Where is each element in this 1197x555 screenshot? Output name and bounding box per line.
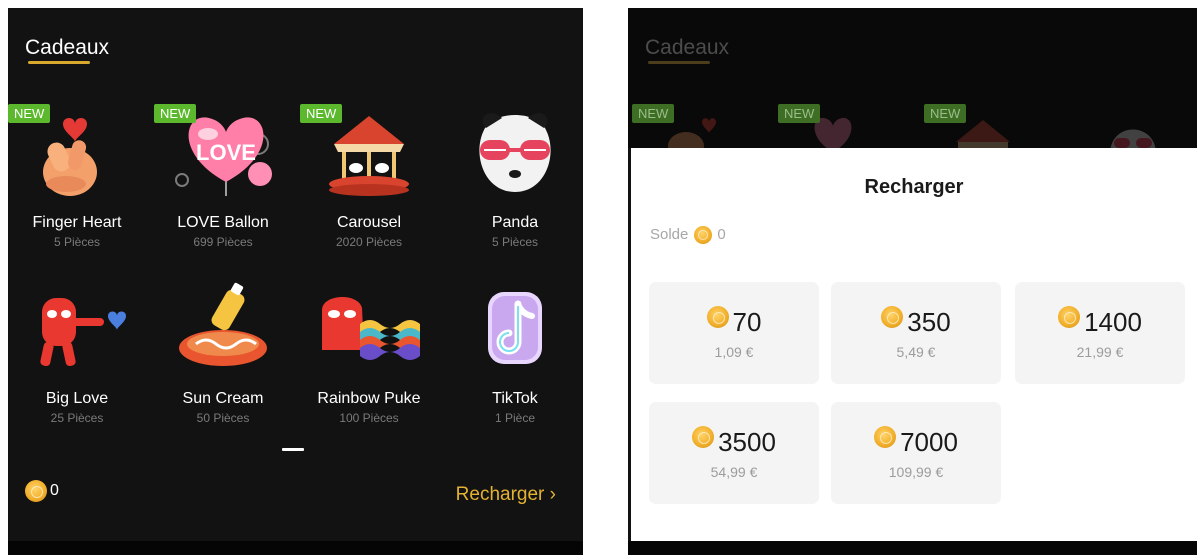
tiktok-icon [488, 292, 542, 364]
package-70[interactable]: 70 1,09 € [649, 282, 819, 384]
gift-name: Carousel [336, 214, 402, 231]
rainbow-puke-icon [322, 296, 420, 360]
package-coins: 1400 [1084, 307, 1142, 337]
overlay-scrim[interactable] [628, 8, 1197, 148]
gift-name: TikTok [492, 390, 538, 407]
page-indicator [282, 448, 304, 451]
gift-price: 25 Pièces [50, 411, 104, 425]
gift-name: Big Love [45, 390, 109, 407]
gift-price: 5 Pièces [53, 235, 101, 249]
gift-name: Sun Cream [182, 390, 264, 407]
gift-price: 50 Pièces [196, 411, 250, 425]
package-350[interactable]: 350 5,49 € [831, 282, 1001, 384]
package-1400[interactable]: 1400 21,99 € [1015, 282, 1185, 384]
package-coins: 7000 [900, 427, 958, 457]
package-price: 1,09 € [714, 344, 754, 360]
new-badge: NEW [300, 104, 343, 123]
tab-indicator [28, 61, 90, 64]
recharge-link[interactable]: Recharger › [456, 484, 556, 506]
coin-icon [692, 426, 715, 448]
coin-icon [1058, 306, 1081, 328]
gift-price: 699 Pièces [193, 235, 253, 249]
package-coins: 3500 [718, 427, 776, 457]
new-badge: NEW [924, 104, 967, 123]
new-badge: NEW [778, 104, 821, 123]
gift-name: Panda [491, 214, 539, 231]
coin-balance: 0 [25, 480, 59, 504]
package-price: 54,99 € [710, 464, 758, 480]
package-price: 5,49 € [896, 344, 936, 360]
package-7000[interactable]: 7000 109,99 € [831, 402, 1001, 504]
gift-love-ballon[interactable]: NEW LOVE LOVE Ballon 699 Pièces [154, 104, 292, 254]
gift-name: Rainbow Puke [317, 390, 421, 407]
balloon-text: LOVE [196, 140, 256, 165]
package-3500[interactable]: 3500 54,99 € [649, 402, 819, 504]
sun-cream-icon [179, 282, 267, 366]
gift-sun-cream[interactable]: Sun Cream 50 Pièces [154, 280, 292, 430]
bottom-bar [8, 541, 583, 555]
gift-name: Finger Heart [32, 214, 122, 231]
solde-label: Solde [650, 226, 689, 243]
package-coins: 350 [907, 307, 951, 337]
coin-icon [25, 480, 47, 502]
solde-value: 0 [717, 226, 726, 243]
new-badge: NEW [632, 104, 675, 123]
bottom-bar [628, 541, 1197, 555]
gift-panda[interactable]: Panda 5 Pièces [446, 104, 583, 254]
gift-big-love[interactable]: Big Love 25 Pièces [8, 280, 146, 430]
solde-row: Solde 0 [650, 226, 726, 245]
gift-finger-heart[interactable]: NEW Finger Heart 5 Pièces [8, 104, 146, 254]
panda-icon [479, 112, 551, 192]
new-badge: NEW [8, 104, 51, 123]
gift-panel: Cadeaux NEW Finger Heart 5 Pièces NEW LO… [8, 8, 583, 555]
coin-icon [706, 306, 729, 328]
gift-price: 100 Pièces [339, 411, 399, 425]
gift-carousel[interactable]: NEW Carousel 2020 Pièces [300, 104, 438, 254]
package-coins: 70 [732, 307, 762, 337]
sheet-title: Recharger [864, 176, 964, 198]
recharge-sheet: Recharger Solde 0 70 1,09 € 350 5,49 € 14… [631, 148, 1197, 541]
big-love-icon [40, 298, 126, 367]
coin-icon [694, 226, 713, 245]
recharge-screen: Cadeaux NEW NEW NEW Recharger Solde 0 70 … [628, 8, 1197, 555]
gift-tiktok[interactable]: TikTok 1 Pièce [446, 280, 583, 430]
package-price: 21,99 € [1076, 344, 1124, 360]
balance-value: 0 [50, 482, 59, 499]
gift-price: 1 Pièce [494, 411, 536, 425]
tab-cadeaux[interactable]: Cadeaux [25, 36, 109, 60]
gift-price: 2020 Pièces [335, 235, 403, 249]
gift-rainbow-puke[interactable]: Rainbow Puke 100 Pièces [300, 280, 438, 430]
coin-icon [874, 426, 897, 448]
package-price: 109,99 € [888, 464, 944, 480]
gift-price: 5 Pièces [491, 235, 539, 249]
coin-icon [881, 306, 904, 328]
new-badge: NEW [154, 104, 197, 123]
gift-name: LOVE Ballon [177, 214, 269, 231]
